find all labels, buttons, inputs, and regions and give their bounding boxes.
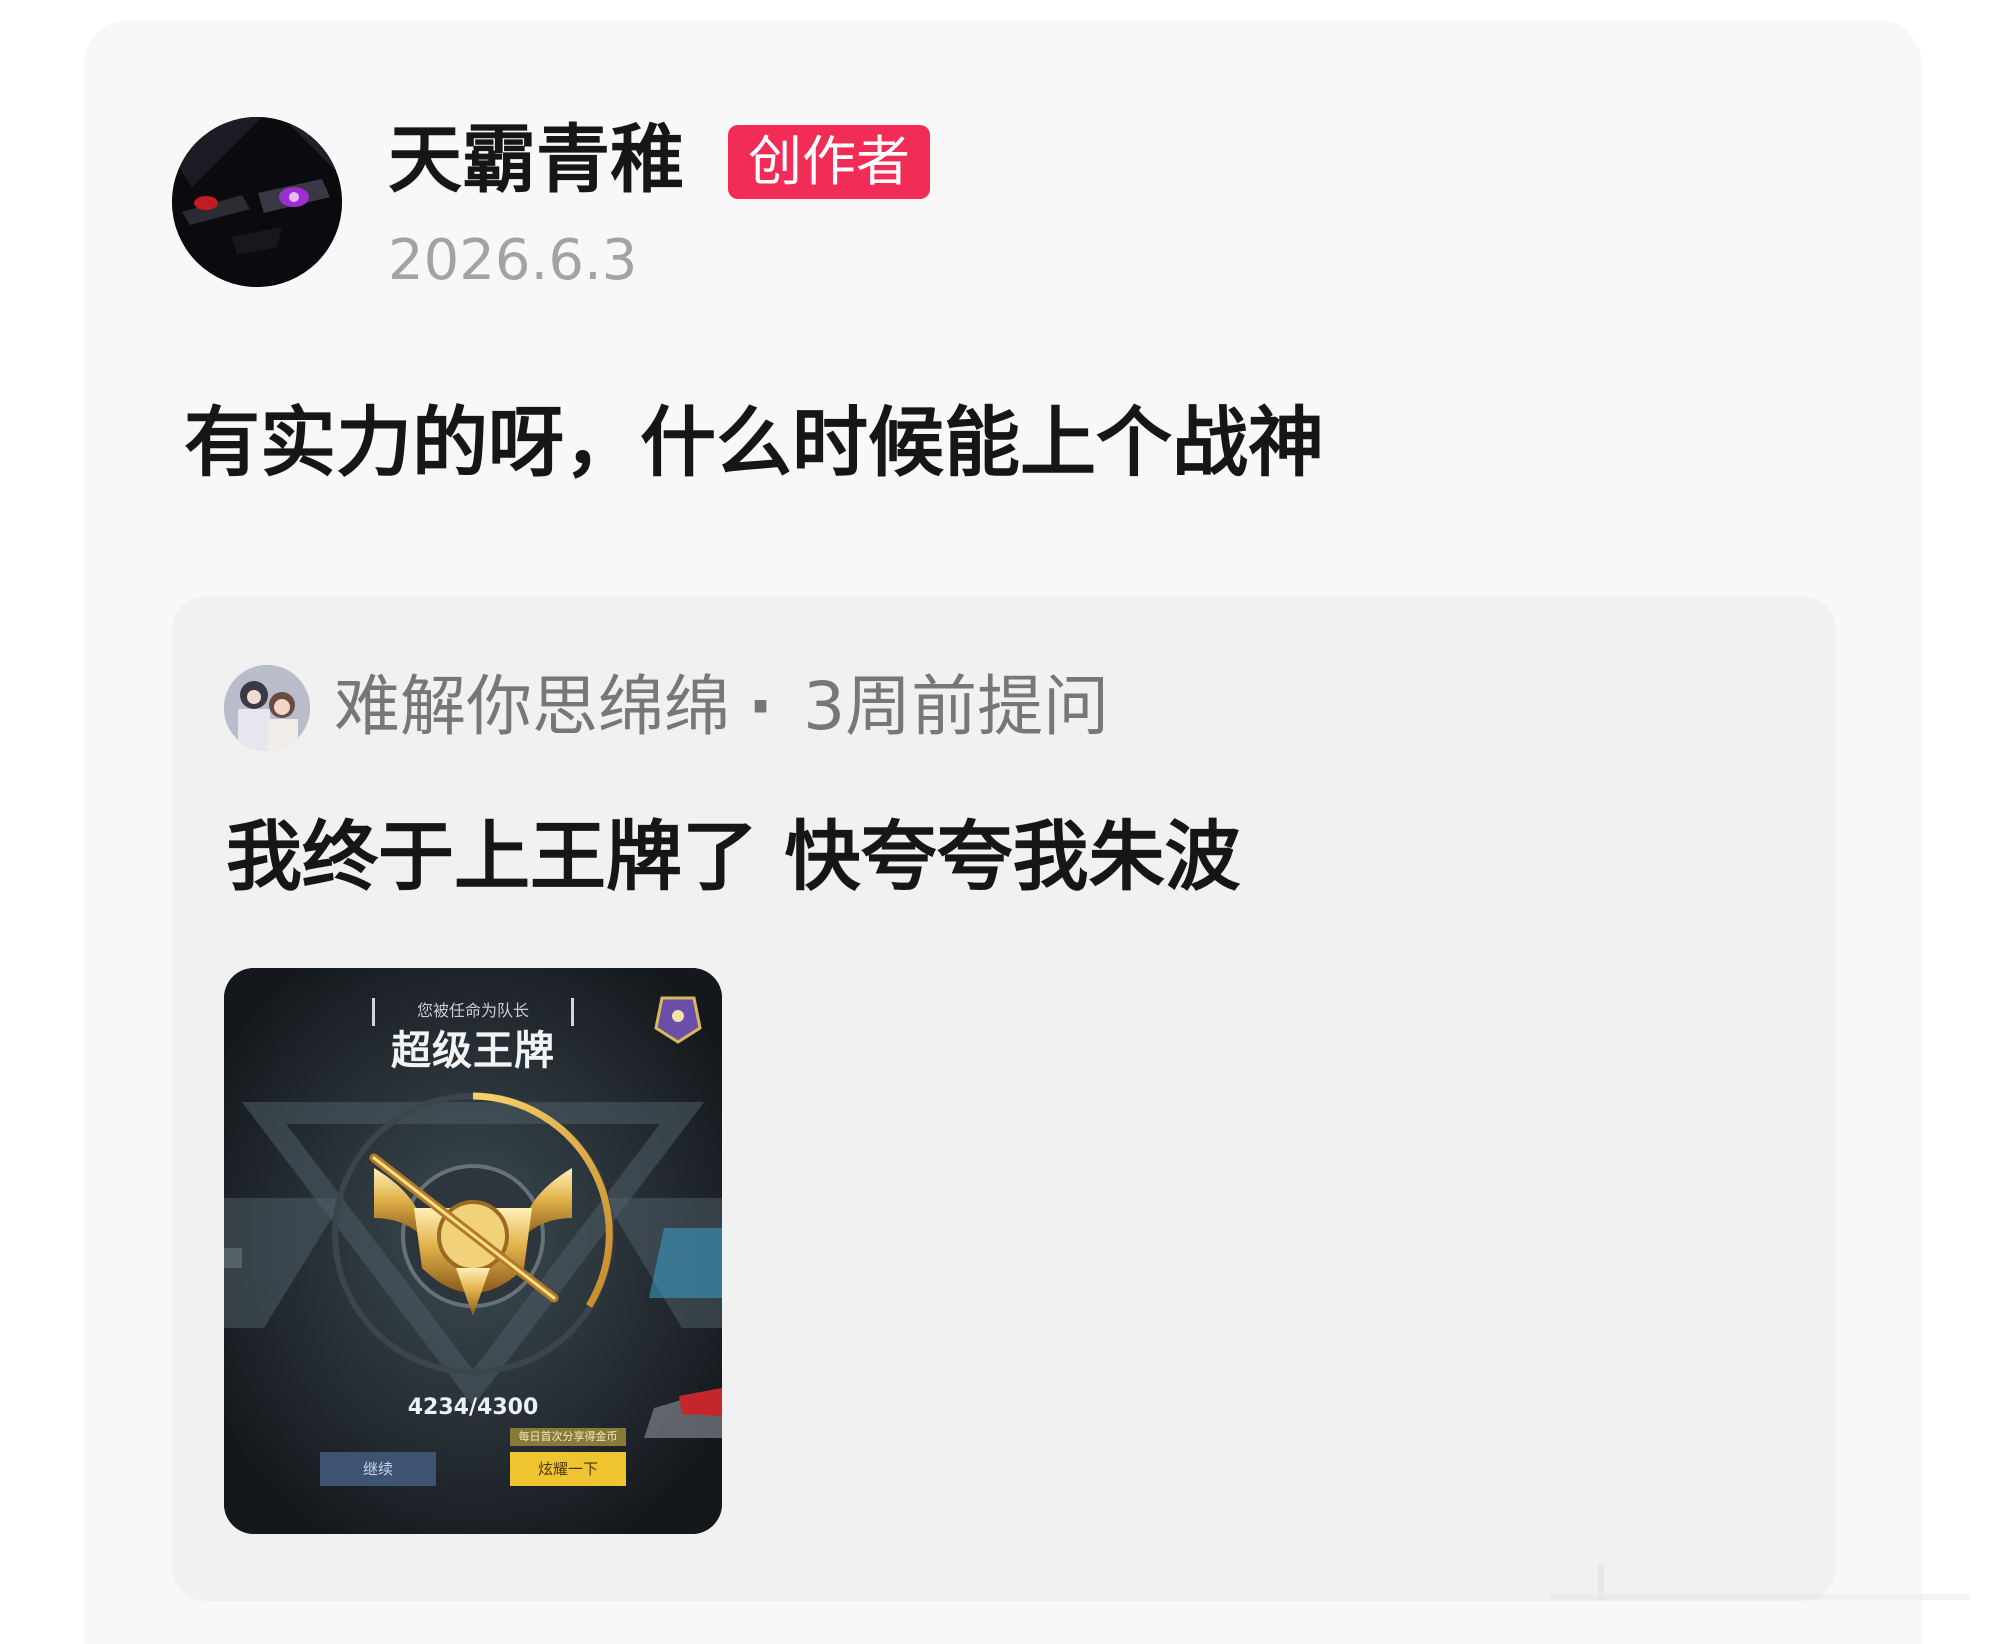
screenshot-rank-title: 超级王牌 [391,1028,555,1074]
answer-text: 有实力的呀，什么时候能上个战神 [184,398,1324,487]
couple-photo-avatar-icon [224,665,310,751]
question-text: 我终于上王牌了 快夸夸我朱波 [226,812,1241,901]
meta-separator: · [748,668,774,745]
asker-avatar[interactable] [224,665,310,751]
anime-eyes-avatar-icon [172,117,342,287]
watermark-icon [1550,1564,1970,1600]
author-name[interactable]: 天霸青稚 [388,118,684,202]
asked-time: 3周前提问 [803,668,1110,745]
creator-badge: 创作者 [728,125,930,199]
screenshot-share-button: 炫耀一下 [510,1452,626,1486]
post-date: 2026.6.3 [388,228,638,293]
screenshot-progress: 4234/4300 [407,1395,539,1420]
asker-meta: 难解你思绵绵 · 3周前提问 [334,667,1109,747]
author-avatar[interactable] [172,117,342,287]
screenshot-caption: 您被任命为队长 [416,1001,529,1020]
screenshot-share-tip: 每日首次分享得金币 [510,1428,626,1446]
screenshot-continue-button: 继续 [320,1452,436,1486]
question-image[interactable]: 您被任命为队长 超级王牌 4234/4300 继续 每日首次分享得金币 炫耀一下 [224,968,722,1534]
asker-name[interactable]: 难解你思绵绵 [334,668,730,745]
